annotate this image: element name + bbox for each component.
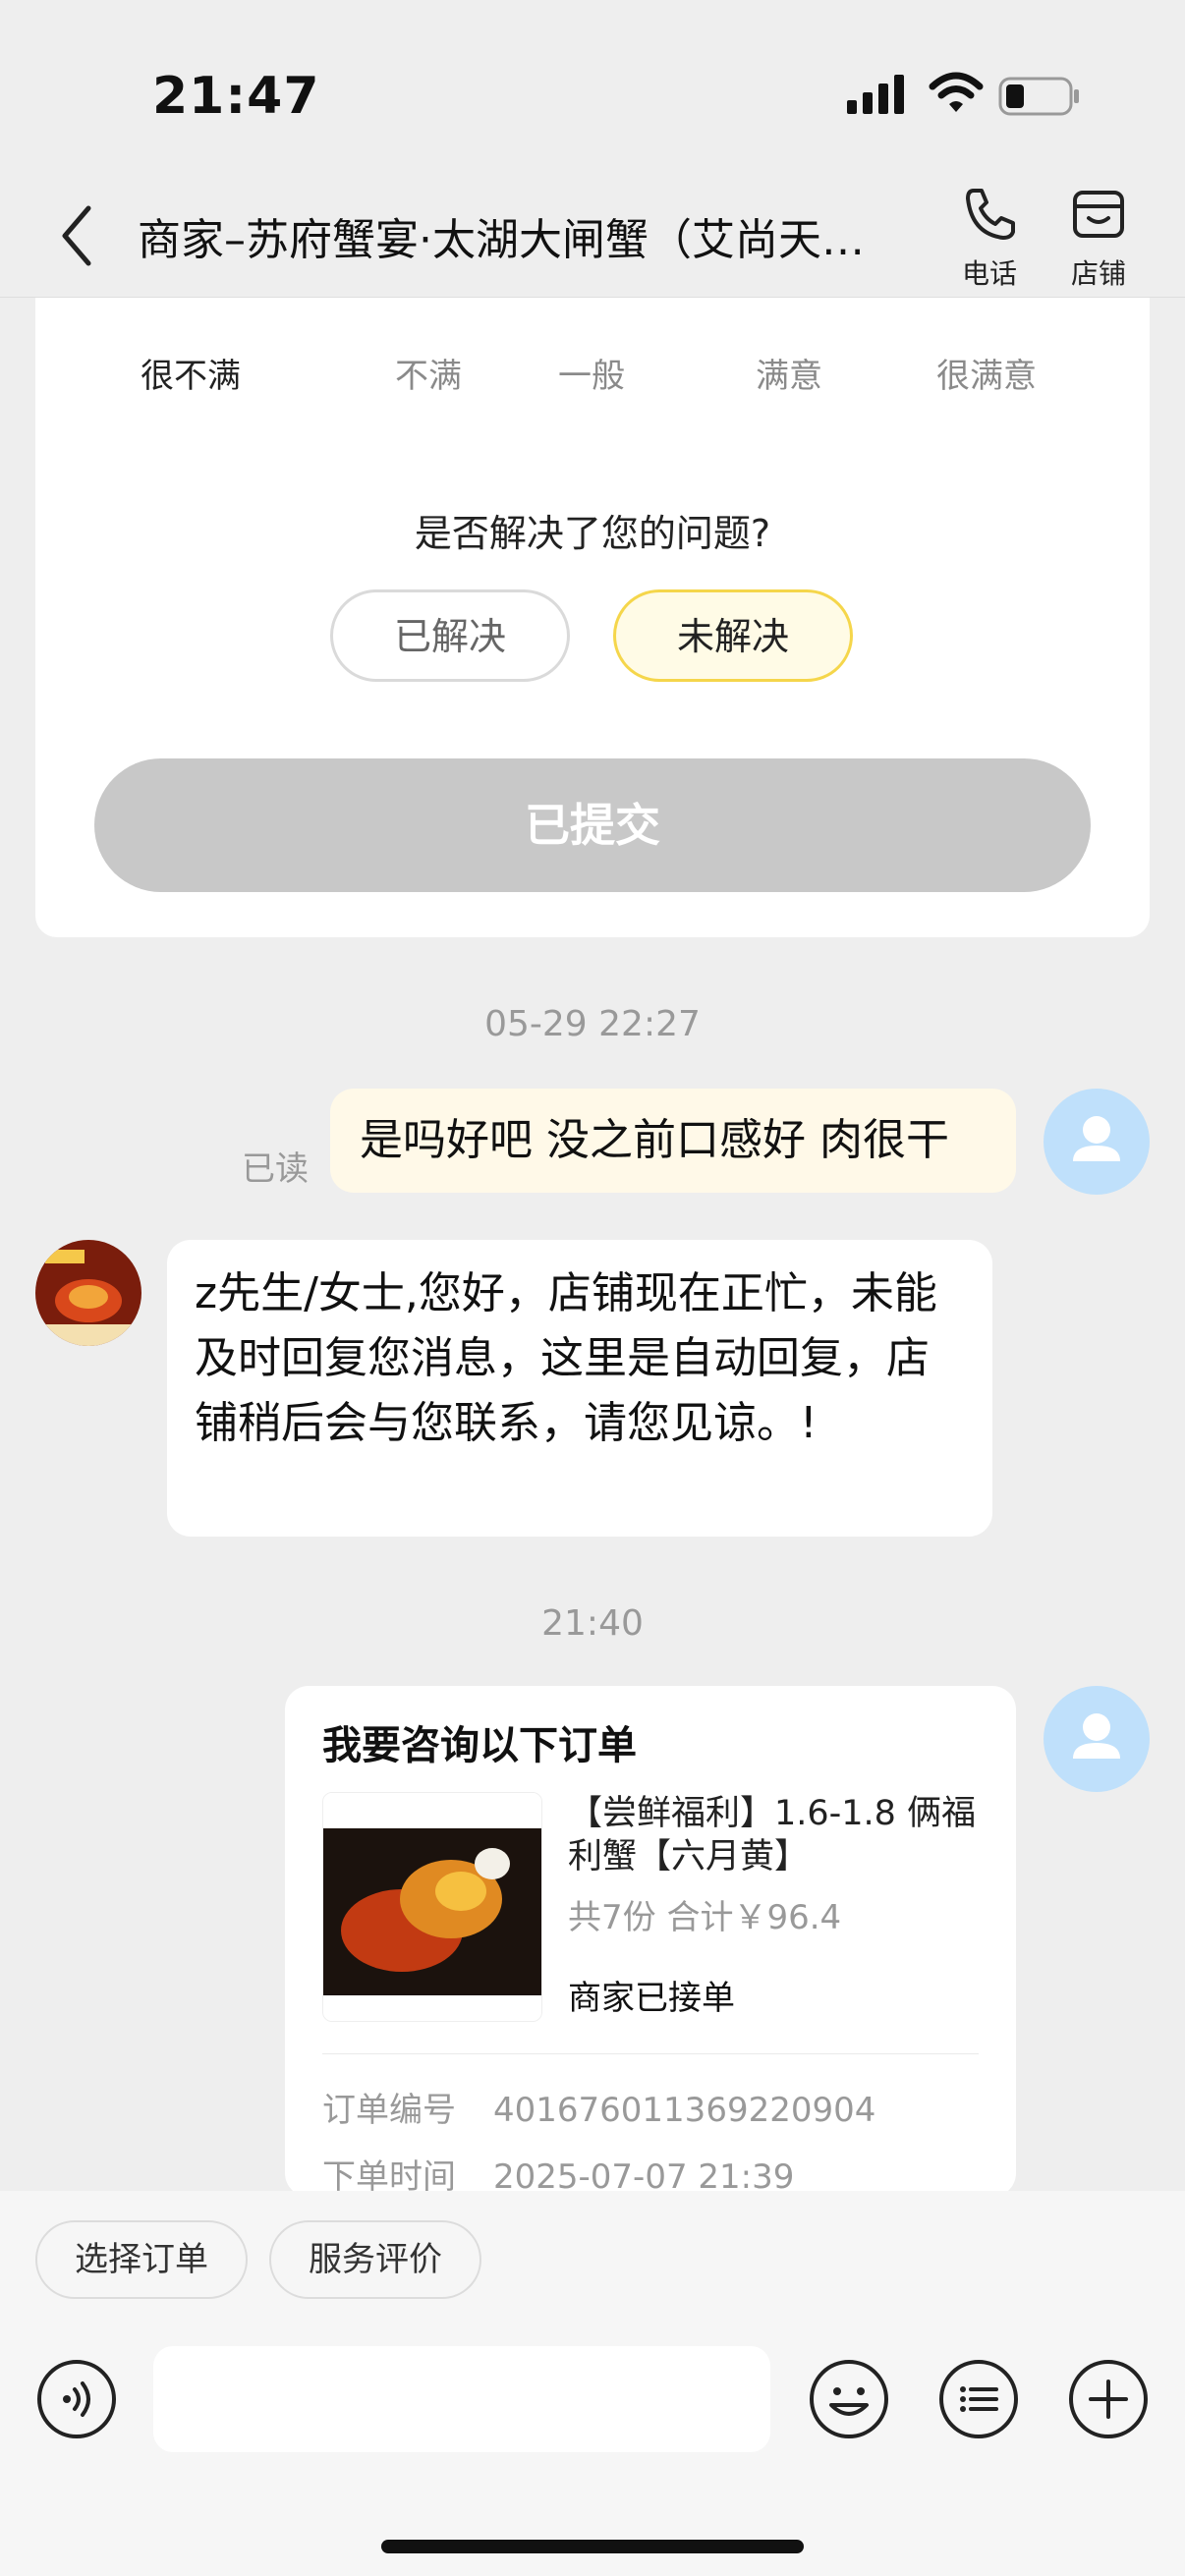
voice-input-icon[interactable] xyxy=(35,2358,118,2440)
crab-thumbnail-icon xyxy=(35,1240,141,1346)
crab-product-photo-icon xyxy=(323,1793,541,2021)
rating-option-satisfied[interactable]: 满意 xyxy=(705,349,873,397)
phone-icon xyxy=(966,189,1015,240)
rating-option-very-dissatisfied[interactable]: 很不满 xyxy=(107,349,274,397)
order-status: 商家已接单 xyxy=(568,1979,735,2018)
product-name: 【尝鲜福利】1.6-1.8 俩福利蟹【六月黄】 xyxy=(568,1794,977,1876)
user-message-bubble[interactable]: 是吗好吧 没之前口感好 肉很干 xyxy=(330,1089,1016,1193)
rating-option-dissatisfied[interactable]: 不满 xyxy=(345,349,512,397)
select-order-chip[interactable]: 选择订单 xyxy=(35,2220,248,2299)
product-summary: 共7份 合计￥96.4 xyxy=(568,1898,842,1937)
store-label: 店铺 xyxy=(1070,257,1126,290)
phone-button[interactable]: 电话 xyxy=(945,187,1034,292)
message-timestamp: 05-29 22:27 xyxy=(484,1004,701,1044)
order-number-row: 订单编号 401676011369220904 xyxy=(322,2083,875,2131)
back-arrow-icon[interactable] xyxy=(57,200,96,271)
chat-header: 商家–苏府蟹宴·太湖大闸蟹（艾尚天… 电话 店铺 xyxy=(0,187,1185,298)
resolved-button[interactable]: 已解决 xyxy=(330,589,570,682)
product-image xyxy=(322,1792,542,2022)
rating-option-neutral[interactable]: 一般 xyxy=(508,349,675,397)
user-avatar[interactable] xyxy=(1044,1089,1150,1195)
user-silhouette-icon xyxy=(1073,1116,1120,1161)
divider xyxy=(322,2053,979,2054)
resolution-question: 是否解决了您的问题? xyxy=(414,512,771,555)
user-avatar[interactable] xyxy=(1044,1686,1150,1792)
battery-icon xyxy=(998,77,1079,116)
order-number-value: 401676011369220904 xyxy=(493,2091,876,2130)
order-card-title: 我要咨询以下订单 xyxy=(322,1723,637,1768)
status-bar: 21:47 xyxy=(0,0,1185,187)
plus-icon[interactable] xyxy=(1067,2358,1150,2440)
home-indicator[interactable] xyxy=(381,2540,804,2553)
chat-title: 商家–苏府蟹宴·太湖大闸蟹（艾尚天… xyxy=(138,215,865,265)
status-time: 21:47 xyxy=(152,67,320,126)
shop-auto-reply-bubble[interactable]: z先生/女士,您好，店铺现在正忙，未能及时回复您消息，这里是自动回复，店铺稍后会… xyxy=(167,1240,992,1537)
unresolved-button[interactable]: 未解决 xyxy=(613,589,853,682)
order-time-row: 下单时间 2025-07-07 21:39 xyxy=(322,2150,794,2197)
service-rating-card: 很不满 不满 一般 满意 很满意 是否解决了您的问题? 已解决 未解决 已提交 xyxy=(35,196,1150,937)
shop-avatar[interactable] xyxy=(35,1240,141,1346)
submit-button[interactable]: 已提交 xyxy=(94,758,1091,892)
rating-option-very-satisfied[interactable]: 很满意 xyxy=(903,349,1070,397)
order-time-label: 下单时间 xyxy=(322,2157,456,2197)
service-rating-chip[interactable]: 服务评价 xyxy=(269,2220,481,2299)
chat-input-area: 选择订单 服务评价 xyxy=(0,2191,1185,2576)
store-button[interactable]: 店铺 xyxy=(1054,187,1143,292)
message-input[interactable] xyxy=(153,2346,770,2452)
order-number-label: 订单编号 xyxy=(322,2091,456,2130)
store-icon xyxy=(1073,191,1124,238)
user-silhouette-icon xyxy=(1073,1713,1120,1759)
wifi-icon xyxy=(929,72,984,112)
phone-label: 电话 xyxy=(961,257,1017,290)
emoji-icon[interactable] xyxy=(808,2358,890,2440)
message-timestamp: 21:40 xyxy=(541,1603,644,1644)
order-inquiry-card[interactable]: 我要咨询以下订单 【尝鲜福利】1.6-1.8 俩福利蟹【六月黄】 共7份 合计￥… xyxy=(285,1686,1016,2197)
read-status: 已读 xyxy=(242,1149,309,1189)
cellular-signal-icon xyxy=(847,75,904,114)
quick-reply-list-icon[interactable] xyxy=(937,2358,1020,2440)
